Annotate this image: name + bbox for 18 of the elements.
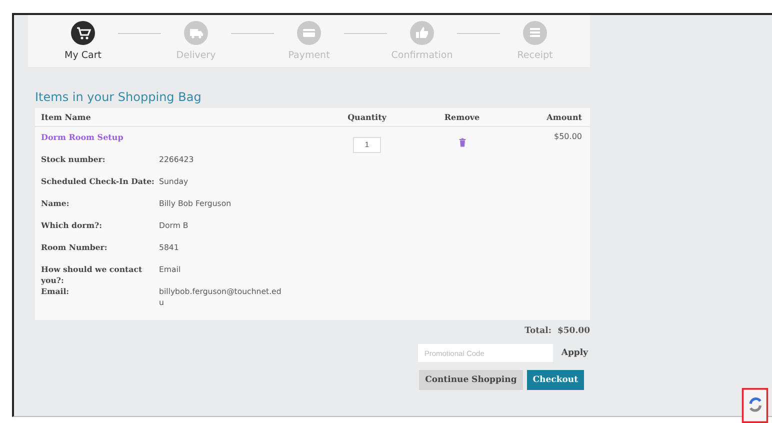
checkout-button[interactable]: Checkout [526, 370, 584, 390]
section-title: Items in your Shopping Bag [35, 90, 202, 104]
apply-button[interactable]: Apply [559, 348, 590, 358]
step-label: Delivery [176, 50, 216, 61]
step-label: Confirmation [391, 50, 453, 61]
item-amount: $50.00 [553, 132, 582, 141]
total-value: $50.00 [557, 326, 590, 336]
column-header: Quantity [346, 112, 388, 122]
step-label: My Cart [64, 50, 102, 61]
column-header: Item Name [41, 112, 92, 122]
step-label: Receipt [517, 50, 553, 61]
continue-shopping-button[interactable]: Continue Shopping [419, 370, 523, 390]
step-label: Payment [288, 50, 330, 61]
trash-icon[interactable] [458, 138, 466, 147]
item-link[interactable]: Dorm Room Setup [41, 132, 332, 142]
column-header: Amount [546, 112, 582, 122]
total-label: Total: [524, 326, 552, 336]
column-header: Remove [443, 112, 481, 122]
